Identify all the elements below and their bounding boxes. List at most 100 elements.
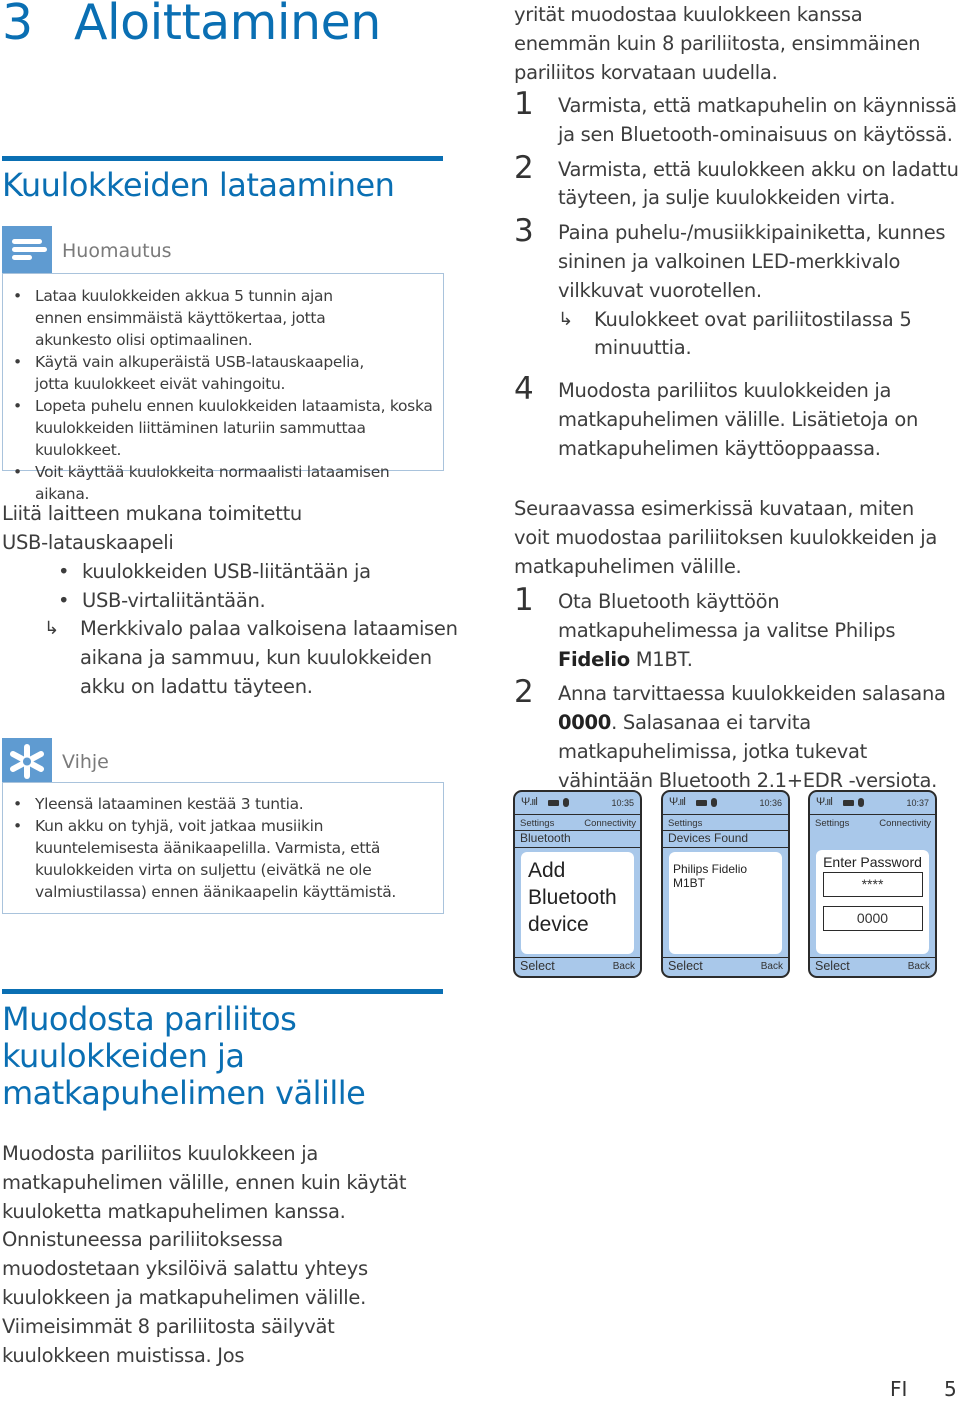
submenu-title: Bluetooth bbox=[515, 831, 640, 848]
tip-box: Yleensä lataaminen kestää 3 tuntia. Kun … bbox=[2, 782, 444, 914]
step-bold: Fidelio bbox=[558, 647, 630, 671]
chapter-title-text: Aloittaminen bbox=[74, 0, 381, 51]
pairing-steps: 1 Varmista, että matkapuhelin on käynnis… bbox=[514, 86, 959, 464]
softkey-select: Select bbox=[520, 959, 555, 973]
softkey-back: Back bbox=[907, 961, 930, 972]
note-box: Lataa kuulokkeiden akkua 5 tunnin ajan e… bbox=[2, 273, 444, 503]
menu-path: Settings Connectivity bbox=[810, 815, 935, 830]
display-line: Bluetooth bbox=[528, 886, 617, 909]
step-text: . Salasanaa ei tarvita matkapuhelimissa,… bbox=[558, 711, 937, 792]
phone-screen-add-device: Ψ.ııl 10:35 Settings Connectivity Blueto… bbox=[513, 790, 642, 978]
result-arrow-icon: ↳ bbox=[558, 308, 573, 330]
phone-display: Add Bluetooth device bbox=[521, 852, 634, 954]
step-text: Ota Bluetooth käyttöön matkapuhelimessa … bbox=[558, 590, 896, 642]
softkeys: Select Back bbox=[663, 957, 788, 976]
pairing-intro: Muodosta pariliitos kuulokkeen ja matkap… bbox=[2, 1142, 407, 1367]
step-result-text: Kuulokkeet ovat pariliitostilassa 5 minu… bbox=[594, 307, 912, 360]
step-text: M1BT. bbox=[629, 647, 693, 671]
charging-result: ↳ Merkkivalo palaa valkoisena lataamisen… bbox=[44, 615, 480, 701]
status-bar: Ψ.ııl 10:36 bbox=[663, 792, 788, 815]
note-item: Lataa kuulokkeiden akkua 5 tunnin ajan e… bbox=[3, 285, 375, 351]
asterisk-tip-icon bbox=[2, 738, 52, 785]
phone-screen-enter-password: Ψ.ııl 10:37 Settings Connectivity Enter … bbox=[808, 790, 937, 978]
note-item: Käytä vain alkuperäistä USB-latauskaapel… bbox=[3, 351, 385, 395]
charging-intro: Liitä laitteen mukana toimitettu USB-lat… bbox=[2, 502, 302, 554]
softkeys: Select Back bbox=[515, 957, 640, 976]
step-bold: 0000 bbox=[558, 711, 612, 735]
step-number: 1 bbox=[514, 86, 534, 122]
pairing-step: 4 Muodosta pariliitos kuulokkeiden ja ma… bbox=[514, 371, 959, 463]
section-heading-charging: Kuulokkeiden lataaminen bbox=[2, 166, 395, 204]
step-text: Varmista, että matkapuhelin on käynnissä… bbox=[558, 94, 957, 146]
masked-password-field: **** bbox=[822, 872, 923, 897]
battery-icon bbox=[843, 800, 854, 806]
pairing-step: 2 Varmista, että kuulokkeen akku on lada… bbox=[514, 149, 959, 214]
charging-bullet: USB-virtaliitäntään. bbox=[48, 587, 448, 616]
password-title: Enter Password bbox=[823, 854, 922, 870]
step-text: Muodosta pariliitos kuulokkeiden ja matk… bbox=[558, 379, 919, 460]
note-item: Lopeta puhelu ennen kuulokkeiden lataami… bbox=[3, 395, 435, 461]
signal-icon: Ψ.ııl bbox=[669, 796, 686, 808]
bluetooth-icon bbox=[858, 798, 864, 807]
softkeys: Select Back bbox=[810, 957, 935, 976]
password-field: 0000 bbox=[822, 906, 923, 931]
step-number: 2 bbox=[514, 674, 534, 711]
example-step: 1 Ota Bluetooth käyttöön matkapuhelimess… bbox=[514, 585, 959, 674]
menu-right: Connectivity bbox=[584, 818, 636, 829]
clock: 10:36 bbox=[759, 798, 782, 808]
note-item: Voit käyttää kuulokkeita normaalisti lat… bbox=[3, 461, 443, 505]
example-intro: Seuraavassa esimerkissä kuvataan, miten … bbox=[514, 497, 937, 578]
chapter-title: 3 Aloittaminen bbox=[2, 0, 381, 51]
menu-left: Settings bbox=[668, 818, 703, 829]
step-text: Varmista, että kuulokkeen akku on ladatt… bbox=[558, 157, 959, 210]
signal-icon: Ψ.ııl bbox=[816, 796, 833, 808]
example-step: 2 Anna tarvittaessa kuulokkeiden salasan… bbox=[514, 674, 959, 795]
menu-path: Settings bbox=[663, 815, 788, 831]
step-text: Anna tarvittaessa kuulokkeiden salasana bbox=[558, 682, 946, 706]
display-line: Add bbox=[528, 859, 566, 882]
step-number: 4 bbox=[514, 371, 534, 408]
signal-icon: Ψ.ııl bbox=[521, 796, 538, 808]
softkey-select: Select bbox=[815, 959, 850, 973]
bluetooth-icon bbox=[711, 798, 717, 807]
softkey-back: Back bbox=[612, 961, 635, 972]
tip-item: Yleensä lataaminen kestää 3 tuntia. bbox=[3, 793, 443, 815]
pairing-step: 3 Paina puhelu-/musiikkipainiketta, kunn… bbox=[514, 213, 959, 364]
step-number: 2 bbox=[514, 149, 534, 186]
section-rule bbox=[2, 989, 443, 994]
phone-screen-devices-found: Ψ.ııl 10:36 Settings Devices Found Phili… bbox=[661, 790, 790, 978]
result-arrow-icon: ↳ bbox=[44, 618, 59, 639]
pairing-continuation: yrität muodostaa kuulokkeen kanssa enemm… bbox=[514, 3, 921, 84]
charging-result-text: Merkkivalo palaa valkoisena lataamisen a… bbox=[80, 617, 458, 698]
charging-bullets: kuulokkeiden USB-liitäntään ja USB-virta… bbox=[48, 558, 448, 616]
phone-display: Enter Password **** 0000 bbox=[816, 850, 929, 954]
page-number: 5 bbox=[944, 1377, 957, 1401]
pairing-step: 1 Varmista, että matkapuhelin on käynnis… bbox=[514, 86, 959, 150]
display-line: device bbox=[528, 913, 589, 936]
softkey-back: Back bbox=[760, 961, 783, 972]
note-list: Lataa kuulokkeiden akkua 5 tunnin ajan e… bbox=[3, 285, 443, 505]
menu-path: Settings Connectivity bbox=[515, 815, 640, 831]
menu-left: Settings bbox=[815, 818, 850, 829]
bluetooth-icon bbox=[563, 798, 569, 807]
section-rule bbox=[2, 156, 443, 161]
clock: 10:37 bbox=[906, 798, 929, 808]
note-lines-icon bbox=[2, 226, 52, 273]
phone-display: Philips Fidelio M1BT bbox=[669, 852, 782, 954]
example-steps: 1 Ota Bluetooth käyttöön matkapuhelimess… bbox=[514, 585, 959, 796]
softkey-select: Select bbox=[668, 959, 703, 973]
tip-label: Vihje bbox=[62, 751, 109, 773]
menu-left: Settings bbox=[520, 818, 555, 829]
battery-icon bbox=[696, 800, 707, 806]
footer-language: FI bbox=[890, 1377, 908, 1401]
charging-bullet: kuulokkeiden USB-liitäntään ja bbox=[48, 558, 448, 587]
note-label: Huomautus bbox=[62, 240, 172, 262]
device-list-item: Philips Fidelio M1BT bbox=[673, 862, 748, 890]
tip-item: Kun akku on tyhjä, voit jatkaa musiikin … bbox=[3, 815, 430, 903]
battery-icon bbox=[548, 800, 559, 806]
step-result: ↳ Kuulokkeet ovat pariliitostilassa 5 mi… bbox=[558, 306, 959, 364]
clock: 10:35 bbox=[611, 798, 634, 808]
section-heading-pairing: Muodosta pariliitos kuulokkeiden ja matk… bbox=[2, 1000, 366, 1112]
step-number: 3 bbox=[514, 213, 534, 250]
submenu-title: Devices Found bbox=[663, 831, 788, 848]
